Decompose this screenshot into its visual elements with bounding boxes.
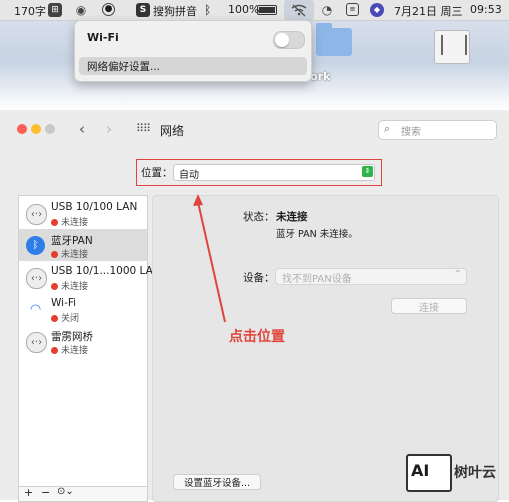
watermark-logo: AI [406, 454, 452, 492]
annotation-arrow [193, 194, 226, 323]
annotation-label: 点击位置 [229, 329, 285, 345]
watermark-text: 树叶云 [454, 465, 496, 481]
watermark: AI 树叶云 [406, 454, 504, 494]
